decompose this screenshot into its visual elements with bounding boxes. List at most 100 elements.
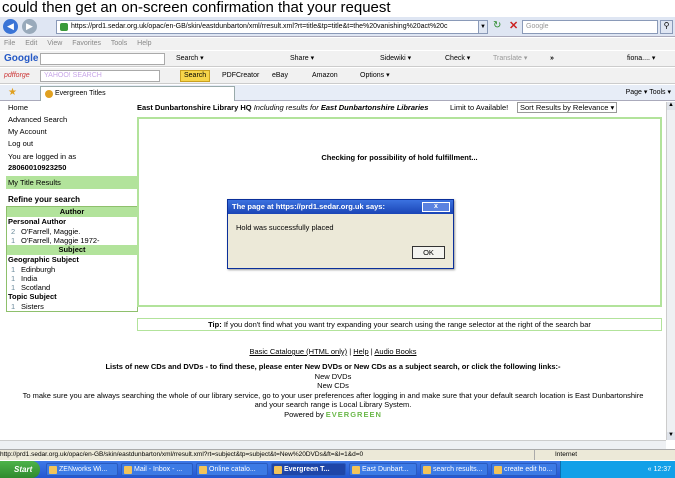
dialog-ok-button[interactable]: OK <box>412 246 445 259</box>
logged-in-label: You are logged in as <box>8 152 77 161</box>
translate-button[interactable]: Translate ▾ <box>493 51 527 67</box>
logged-in-id: 28060010923250 <box>6 163 138 172</box>
sort-select[interactable]: Sort Results by Relevance ▾ <box>517 102 618 113</box>
checking-message: Checking for possibility of hold fulfill… <box>321 153 478 162</box>
menu-help[interactable]: Help <box>137 40 151 47</box>
account-button[interactable]: fiona.... ▾ <box>627 51 655 67</box>
taskbar-item[interactable]: ZENworks Wi... <box>46 463 118 476</box>
facet-label: India <box>21 274 38 283</box>
taskbar-item[interactable]: East Dunbart... <box>349 463 417 476</box>
page-tools-menu[interactable]: Page ▾ Tools ▾ <box>626 85 671 101</box>
options-button[interactable]: Options ▾ <box>360 68 390 84</box>
facet-item[interactable]: 1 O'Farrell, Maggie 1972- <box>7 236 137 245</box>
yahoo-toolbar: pdfforge YAHOO! SEARCH Search PDFCreator… <box>0 68 675 84</box>
powered-by-label: Powered by <box>284 410 324 419</box>
new-lists-text: Lists of new CDs and DVDs - to find thes… <box>105 362 561 371</box>
favorites-star-icon[interactable]: ★ <box>8 85 17 101</box>
including-text: Including results for <box>253 103 319 112</box>
including-library: East Dunbartonshire Libraries <box>320 103 429 112</box>
url-field[interactable]: https://prd1.sedar.org.uk/opac/en-GB/ski… <box>56 20 486 34</box>
forward-button[interactable]: ▶ <box>22 19 37 34</box>
facet-item[interactable]: 1 Sisters <box>7 302 137 311</box>
search-go-icon[interactable]: ⚲ <box>660 20 673 34</box>
basic-catalogue-link[interactable]: Basic Catalogue (HTML only) <box>249 347 347 356</box>
facet-count: 1 <box>11 283 16 292</box>
user-barcode: 28060010923250 <box>8 163 67 172</box>
facet-personal-author: Personal Author <box>8 217 67 226</box>
url-text: https://prd1.sedar.org.uk/opac/en-GB/ski… <box>71 23 448 30</box>
facet-count: 1 <box>11 265 16 274</box>
facet-item[interactable]: 1 Edinburgh <box>7 265 137 274</box>
tab-title: Evergreen Titles <box>55 90 106 97</box>
new-dvds-link[interactable]: New DVDs <box>0 372 666 381</box>
dialog-close-button[interactable]: x <box>422 202 450 212</box>
amazon-button[interactable]: Amazon <box>312 68 338 84</box>
facet-subject-heading: Subject <box>7 245 137 255</box>
facet-item[interactable]: 1 India <box>7 274 137 283</box>
dialog-title: The page at https://prd1.sedar.org.uk sa… <box>228 200 453 214</box>
sidewiki-button[interactable]: Sidewiki ▾ <box>380 51 411 67</box>
help-link[interactable]: Help <box>353 347 368 356</box>
preferences-note: To make sure you are always searching th… <box>22 391 644 409</box>
menu-view[interactable]: View <box>47 40 62 47</box>
toolbar-more-button[interactable]: » <box>550 51 554 67</box>
url-dropdown-button[interactable]: ▼ <box>478 20 488 34</box>
taskbar: Start ZENworks Wi... Mail - Inbox - ... … <box>0 461 675 478</box>
taskbar-item-active[interactable]: Evergreen T... <box>271 463 346 476</box>
vertical-scrollbar[interactable]: ▲ ▼ <box>666 102 675 440</box>
pdfcreator-button[interactable]: PDFCreator <box>222 68 259 84</box>
facet-item[interactable]: 1 Scotland <box>7 283 137 292</box>
facet-label: O'Farrell, Maggie. <box>21 227 81 236</box>
limit-available-checkbox[interactable]: Limit to Available! <box>450 102 508 114</box>
site-favicon-icon <box>60 23 68 31</box>
ebay-button[interactable]: eBay <box>272 68 288 84</box>
taskbar-item[interactable]: search results... <box>420 463 488 476</box>
tab-evergreen-titles[interactable]: Evergreen Titles <box>40 86 235 101</box>
scroll-up-icon[interactable]: ▲ <box>667 102 675 110</box>
facet-count: 1 <box>11 274 16 283</box>
start-button[interactable]: Start <box>0 461 40 478</box>
taskbar-item-label: East Dunbart... <box>362 466 409 473</box>
share-button[interactable]: Share ▾ <box>290 51 314 67</box>
app-icon <box>352 466 360 474</box>
menu-edit[interactable]: Edit <box>25 40 37 47</box>
sidebar: Home Advanced Search My Account Log out … <box>6 102 138 312</box>
menu-bar: File Edit View Favorites Tools Help <box>0 38 675 50</box>
pdfforge-logo: pdfforge <box>4 72 30 79</box>
taskbar-item[interactable]: Online catalo... <box>196 463 268 476</box>
menu-favorites[interactable]: Favorites <box>72 40 101 47</box>
menu-tools[interactable]: Tools <box>111 40 127 47</box>
new-cds-link[interactable]: New CDs <box>0 381 666 390</box>
check-button[interactable]: Check ▾ <box>445 51 470 67</box>
stop-icon[interactable]: ✕ <box>509 19 518 32</box>
taskbar-item[interactable]: Mail - Inbox - ... <box>121 463 193 476</box>
google-search-button[interactable]: Search ▾ <box>176 51 204 67</box>
back-button[interactable]: ◀ <box>3 19 18 34</box>
sidebar-link-home[interactable]: Home <box>6 102 138 114</box>
my-title-results-link[interactable]: My Title Results <box>6 176 138 189</box>
app-icon <box>494 466 502 474</box>
google-toolbar: Google Search ▾ Share ▾ Sidewiki ▾ Check… <box>0 51 675 67</box>
google-search-input[interactable] <box>40 53 165 65</box>
sidebar-link-my-account[interactable]: My Account <box>6 126 138 138</box>
taskbar-item[interactable]: create edit ho... <box>491 463 557 476</box>
app-icon <box>199 466 207 474</box>
scroll-down-icon[interactable]: ▼ <box>667 432 675 440</box>
facet-item[interactable]: 2 O'Farrell, Maggie. <box>7 227 137 236</box>
sidebar-link-advanced-search[interactable]: Advanced Search <box>6 114 138 126</box>
taskbar-item-label: Mail - Inbox - ... <box>134 466 183 473</box>
sidebar-link-log-out[interactable]: Log out <box>6 138 138 150</box>
refresh-icon[interactable]: ↻ <box>493 20 501 31</box>
app-icon <box>49 466 57 474</box>
horizontal-scrollbar[interactable] <box>0 440 666 449</box>
yahoo-search-input[interactable]: YAHOO! SEARCH <box>40 70 160 82</box>
yahoo-search-button[interactable]: Search <box>180 70 211 82</box>
evergreen-logo[interactable]: EVERGREEN <box>326 410 382 419</box>
menu-file[interactable]: File <box>4 40 15 47</box>
audio-books-link[interactable]: Audio Books <box>374 347 416 356</box>
tip-label: Tip: <box>208 320 222 329</box>
web-search-input[interactable]: Google <box>522 20 658 34</box>
taskbar-item-label: search results... <box>433 466 483 473</box>
status-bar: http://prd1.sedar.org.uk/opac/en-GB/skin… <box>0 449 675 460</box>
taskbar-item-label: create edit ho... <box>504 466 553 473</box>
